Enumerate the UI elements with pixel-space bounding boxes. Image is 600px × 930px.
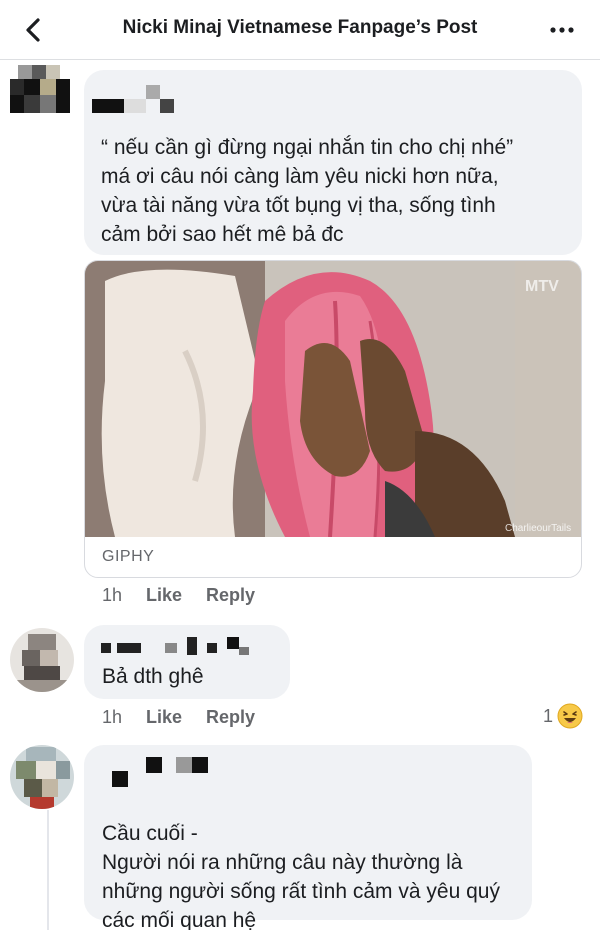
avatar[interactable] <box>10 65 74 129</box>
haha-icon <box>557 703 583 729</box>
top-bar: Nicki Minaj Vietnamese Fanpage’s Post <box>0 0 600 60</box>
like-button[interactable]: Like <box>146 707 182 728</box>
gif-image[interactable]: MTV CharlieourTails <box>85 261 582 537</box>
comment-text: “ nếu cần gì đừng ngại nhắn tin cho chị … <box>101 136 514 246</box>
comment-text: Bả dth ghê <box>102 665 204 688</box>
gif-watermark: MTV <box>525 278 559 295</box>
comment-text: Cầu cuối - Người nói ra những câu này th… <box>102 790 527 930</box>
like-button[interactable]: Like <box>146 585 182 606</box>
reaction-summary[interactable]: 1 <box>543 703 583 729</box>
comment-actions: 1h Like Reply <box>102 707 279 728</box>
comment-actions: 1h Like Reply <box>102 585 279 606</box>
commenter-name-redacted[interactable] <box>112 757 208 787</box>
more-options-button[interactable] <box>546 14 578 46</box>
avatar[interactable] <box>10 745 74 809</box>
reply-button[interactable]: Reply <box>206 707 255 728</box>
gif-source-label[interactable]: GIPHY <box>102 548 154 566</box>
gif-credit: CharlieourTails <box>505 523 571 534</box>
comment-timestamp[interactable]: 1h <box>102 585 146 606</box>
gif-attachment[interactable]: MTV CharlieourTails GIPHY <box>84 260 582 578</box>
reaction-count: 1 <box>543 705 554 726</box>
reply-button[interactable]: Reply <box>206 585 255 606</box>
commenter-name-redacted[interactable] <box>92 85 174 113</box>
commenter-name-redacted[interactable] <box>101 637 249 655</box>
avatar[interactable] <box>10 628 74 692</box>
ellipsis-icon <box>550 27 574 33</box>
comment-timestamp[interactable]: 1h <box>102 707 146 728</box>
comment-text-body: Cầu cuối - Người nói ra những câu này th… <box>102 822 500 930</box>
thread-line <box>47 810 49 930</box>
page-title: Nicki Minaj Vietnamese Fanpage’s Post <box>122 17 478 38</box>
